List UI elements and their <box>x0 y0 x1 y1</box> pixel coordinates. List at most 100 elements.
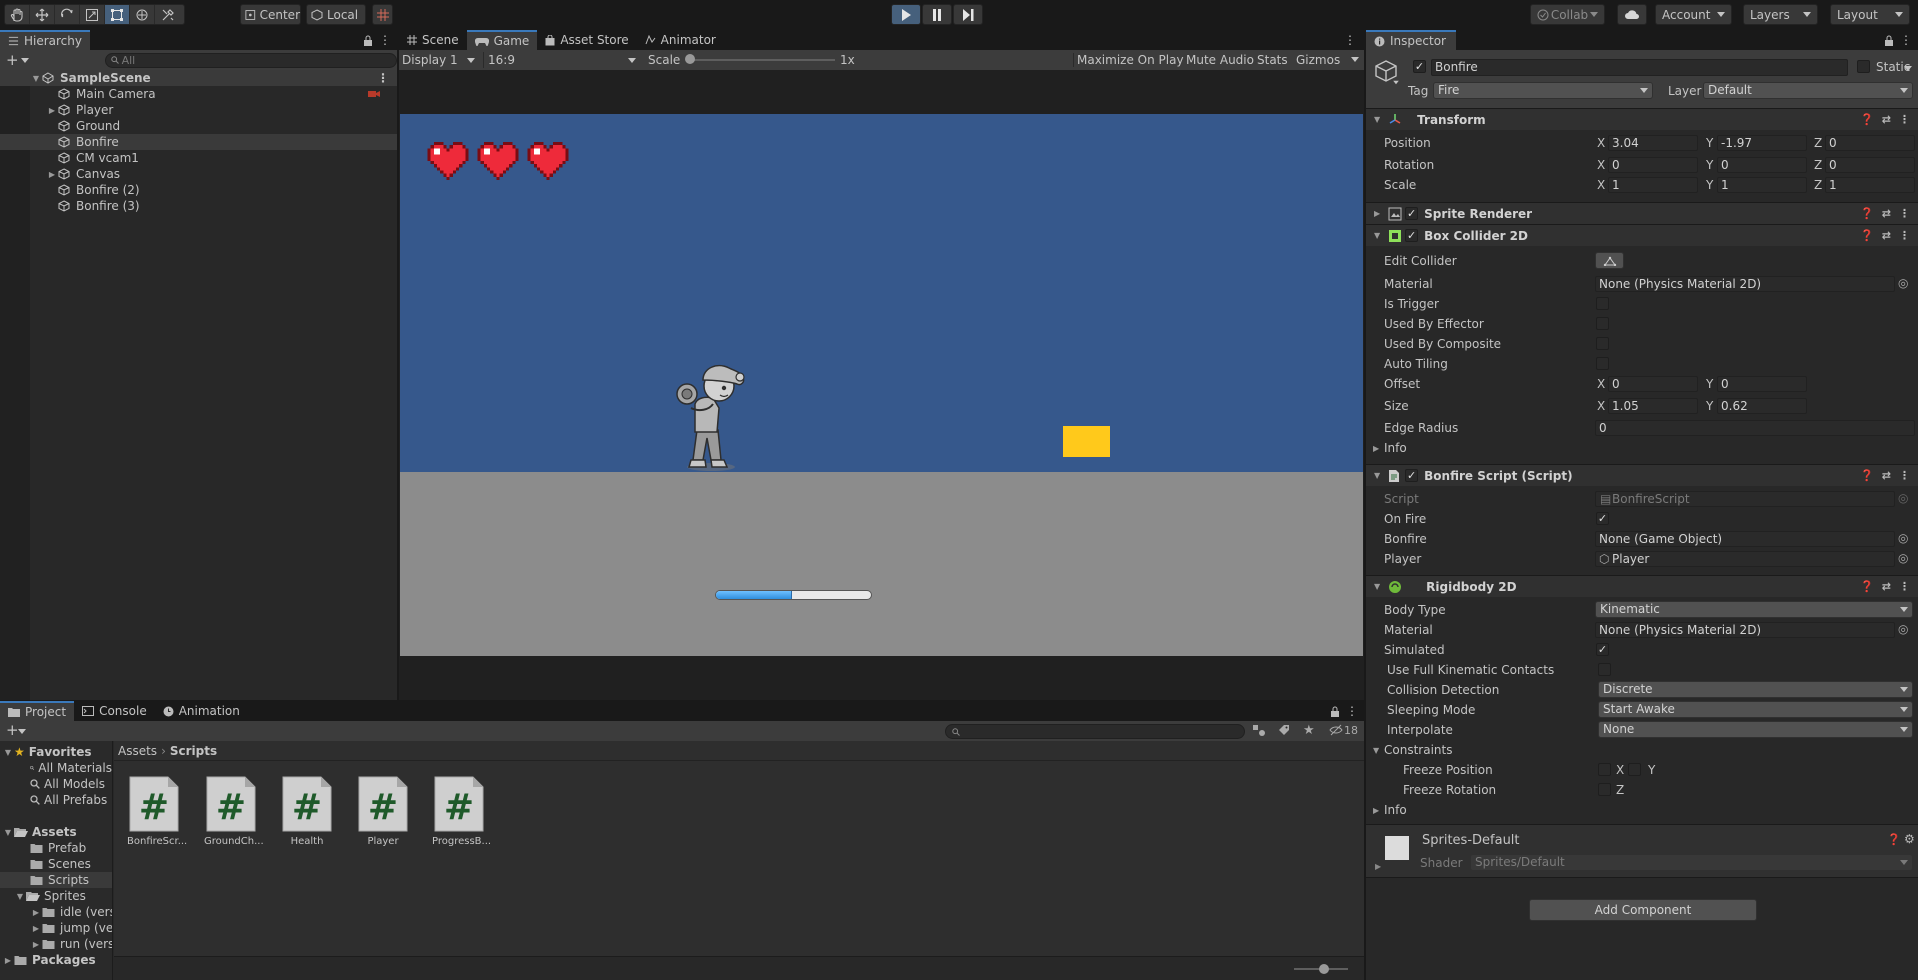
display-dropdown[interactable]: Display 1 <box>402 52 479 68</box>
add-icon[interactable]: + <box>6 53 19 68</box>
bc-info-label[interactable]: Info <box>1384 440 1407 456</box>
account-dropdown[interactable]: Account <box>1655 4 1732 25</box>
tab-animator[interactable]: Animator <box>637 30 724 50</box>
object-picker-icon[interactable]: ◎ <box>1898 276 1908 290</box>
help-icon[interactable]: ❓ <box>1860 469 1874 482</box>
foldout-closed-icon[interactable]: ▶ <box>46 170 58 179</box>
static-checkbox[interactable] <box>1857 60 1870 73</box>
layout-dropdown[interactable]: Layout <box>1830 4 1910 25</box>
chevron-down-icon[interactable] <box>18 729 26 734</box>
shader-dropdown[interactable]: Sprites/Default <box>1470 854 1913 871</box>
aspect-dropdown[interactable]: 16:9 <box>483 52 640 68</box>
rect-tool-icon[interactable] <box>105 5 130 24</box>
assets-folder-row[interactable]: ▼ Assets <box>0 824 112 840</box>
favorite-all-prefabs[interactable]: All Prefabs <box>0 792 112 808</box>
layer-dropdown[interactable]: Default <box>1703 82 1913 99</box>
freeze-position-x-checkbox[interactable] <box>1598 763 1611 776</box>
rotation-x-field[interactable]: 0 <box>1608 157 1698 173</box>
tab-inspector[interactable]: Inspector <box>1366 30 1456 50</box>
hierarchy-item-bonfire-2[interactable]: Bonfire (2) <box>0 182 397 198</box>
packages-folder-row[interactable]: ▶ Packages <box>0 952 112 968</box>
hierarchy-item-main-camera[interactable]: Main Camera <box>0 86 397 102</box>
folder-jump[interactable]: ▶ jump (vers <box>0 920 112 936</box>
hierarchy-item-canvas[interactable]: ▶ Canvas <box>0 166 397 182</box>
grid-snap-button[interactable] <box>372 4 393 25</box>
tab-console[interactable]: Console <box>74 701 155 721</box>
breadcrumb-assets[interactable]: Assets <box>118 744 157 758</box>
player-object-field[interactable]: ⬡ Player <box>1595 551 1895 567</box>
position-y-field[interactable]: -1.97 <box>1717 135 1807 151</box>
hierarchy-item-ground[interactable]: Ground <box>0 118 397 134</box>
object-picker-icon[interactable]: ◎ <box>1898 622 1908 636</box>
pivot-space-toggle[interactable]: Local <box>306 4 366 25</box>
mute-audio-toggle[interactable]: Mute Audio <box>1186 53 1254 67</box>
scale-z-field[interactable]: 1 <box>1825 177 1915 193</box>
size-x-field[interactable]: 1.05 <box>1608 398 1698 414</box>
foldout-open-icon[interactable]: ▼ <box>1374 115 1380 124</box>
add-icon[interactable]: + <box>6 721 19 739</box>
interpolate-dropdown[interactable]: None <box>1598 721 1913 738</box>
cloud-button[interactable] <box>1617 4 1647 25</box>
kebab-menu-icon[interactable]: ⋮ <box>1898 30 1918 50</box>
scene-row[interactable]: ▼ SampleScene ⋮ <box>0 70 397 86</box>
foldout-open-icon[interactable]: ▼ <box>30 74 42 83</box>
tab-project[interactable]: Project <box>0 701 75 721</box>
label-tag-icon[interactable] <box>1278 724 1290 736</box>
tab-scene[interactable]: Scene <box>399 30 467 50</box>
foldout-open-icon[interactable]: ▼ <box>1374 582 1380 591</box>
tag-dropdown[interactable]: Fire <box>1433 82 1653 99</box>
chevron-down-icon[interactable] <box>20 57 29 63</box>
eye-hidden-icon[interactable] <box>1329 724 1343 736</box>
simulated-checkbox[interactable]: ✓ <box>1596 643 1609 656</box>
tab-animation[interactable]: Animation <box>155 701 248 721</box>
hierarchy-item-player[interactable]: ▶ Player <box>0 102 397 118</box>
freeze-position-y-checkbox[interactable] <box>1628 763 1641 776</box>
kebab-menu-icon[interactable]: ⋮ <box>377 30 397 50</box>
asset-file[interactable]: # Health <box>280 775 334 847</box>
tab-hierarchy[interactable]: Hierarchy <box>0 30 90 50</box>
full-kinematic-checkbox[interactable] <box>1598 663 1611 676</box>
presets-icon[interactable]: ⇄ <box>1882 580 1891 593</box>
asset-file[interactable]: # GroundCh... <box>204 775 264 847</box>
hierarchy-search-input[interactable]: All <box>104 52 397 68</box>
favorite-all-models[interactable]: All Models <box>0 776 112 792</box>
on-fire-checkbox[interactable]: ✓ <box>1596 512 1609 525</box>
filter-type-icon[interactable] <box>1252 724 1266 737</box>
kebab-menu-icon[interactable]: ⋮ <box>1899 580 1910 593</box>
pivot-center-toggle[interactable]: Center <box>240 4 301 25</box>
foldout-open-icon[interactable]: ▼ <box>1373 746 1379 755</box>
chevron-down-icon[interactable] <box>1351 57 1359 62</box>
star-icon[interactable]: ★ <box>1303 723 1315 738</box>
game-viewport[interactable] <box>399 70 1364 700</box>
object-picker-icon[interactable]: ◎ <box>1898 551 1908 565</box>
scale-tool-icon[interactable] <box>80 5 105 24</box>
sprite-renderer-enabled-checkbox[interactable]: ✓ <box>1405 207 1419 220</box>
favorite-all-materials[interactable]: All Materials <box>0 760 112 776</box>
folder-sprites[interactable]: ▼ Sprites <box>0 888 112 904</box>
used-by-effector-checkbox[interactable] <box>1596 317 1609 330</box>
sprite-renderer-header[interactable]: ▶ ✓ Sprite Renderer ❓ ⇄ ⋮ <box>1366 202 1918 224</box>
pause-button[interactable] <box>922 4 952 25</box>
kebab-menu-icon[interactable]: ⋮ <box>1344 701 1364 721</box>
custom-tool-icon[interactable] <box>155 5 180 24</box>
scale-slider-thumb[interactable] <box>685 54 695 64</box>
transform-tool-icon[interactable] <box>130 5 155 24</box>
transform-header[interactable]: ▼ Transform ❓ ⇄ ⋮ <box>1366 108 1918 130</box>
rb-info-label[interactable]: Info <box>1384 802 1407 818</box>
folder-idle[interactable]: ▶ idle (versa <box>0 904 112 920</box>
bonfire-script-header[interactable]: ▼ ✓ Bonfire Script (Script) ❓ ⇄ ⋮ <box>1366 464 1918 486</box>
chevron-down-icon[interactable] <box>1904 66 1912 71</box>
is-trigger-checkbox[interactable] <box>1596 297 1609 310</box>
hierarchy-item-cm-vcam1[interactable]: CM vcam1 <box>0 150 397 166</box>
size-y-field[interactable]: 0.62 <box>1717 398 1807 414</box>
rotate-tool-icon[interactable] <box>55 5 80 24</box>
add-component-button[interactable]: Add Component <box>1529 899 1757 921</box>
rotation-z-field[interactable]: 0 <box>1825 157 1915 173</box>
layers-dropdown[interactable]: Layers <box>1743 4 1818 25</box>
asset-file[interactable]: # Player <box>356 775 410 847</box>
move-tool-icon[interactable] <box>30 5 55 24</box>
presets-icon[interactable]: ⇄ <box>1882 229 1891 242</box>
help-icon[interactable]: ❓ <box>1860 580 1874 593</box>
stats-toggle[interactable]: Stats <box>1257 53 1288 67</box>
freeze-rotation-z-checkbox[interactable] <box>1598 783 1611 796</box>
